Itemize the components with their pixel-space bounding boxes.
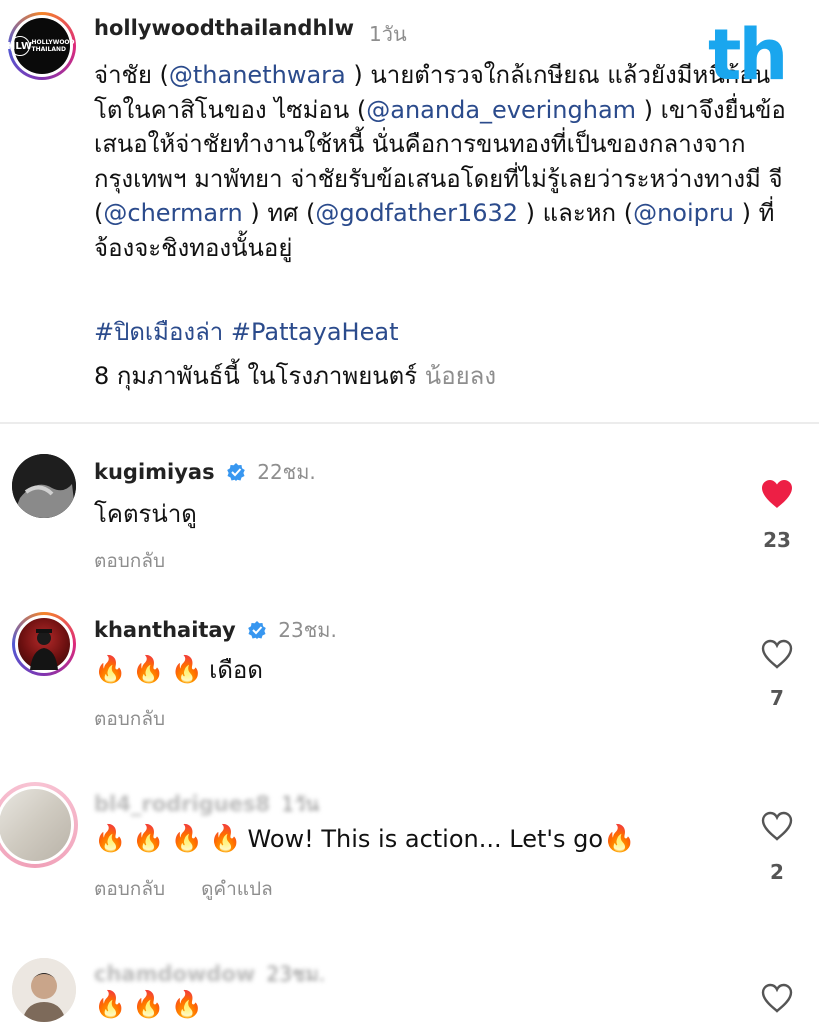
brand-logo-watermark: th [708, 14, 788, 96]
commenter-username-row: bl4_rodrigues8 1วัน [94, 788, 319, 820]
reply-button[interactable]: ตอบกลับ [94, 708, 165, 730]
comment-actions: ตอบกลับ [94, 546, 195, 576]
fire-emoji-icon: 🔥 [170, 655, 204, 685]
comment-text-row: 🔥 🔥 🔥 🔥 Wow! This is action... Let's go🔥 [94, 824, 641, 854]
verified-badge-icon [248, 621, 266, 639]
caption-text: ) ทศ ( [242, 199, 316, 227]
comment-time: 23ชม. [278, 618, 337, 642]
verified-badge-icon [227, 463, 245, 481]
comment-text-row: 🔥 🔥 🔥 [94, 990, 209, 1020]
commenter-username[interactable]: chamdowdow [94, 962, 255, 986]
comment-actions: ตอบกลับ ดูคำแปล [94, 874, 303, 904]
comment-text: โคตรน่าดู [94, 500, 197, 528]
commenter-username[interactable]: khanthaitay [94, 618, 236, 642]
heart-outline-icon[interactable] [760, 638, 794, 670]
hashtags[interactable]: #ปิดเมืองล่า #PattayaHeat [94, 312, 398, 351]
caption-text: จ่าชัย ( [94, 61, 169, 89]
release-text: 8 กุมภาพันธ์นี้ ในโรงภาพยนตร์ [94, 362, 418, 390]
mention-link[interactable]: @thanethwara [169, 61, 346, 89]
fire-emoji-icon: 🔥 [209, 824, 242, 854]
post-author-username[interactable]: hollywoodthailandhlw [94, 16, 354, 40]
mention-link[interactable]: @noipru [633, 199, 734, 227]
fire-emoji-icon: 🔥 [132, 824, 165, 854]
like-count: 23 [763, 528, 791, 552]
comment-time: 23ชม. [266, 962, 326, 986]
fire-emoji-icon: 🔥 [94, 655, 127, 685]
commenter-avatar[interactable] [12, 612, 76, 676]
see-less-link[interactable]: น้อยลง [425, 362, 496, 390]
divider [0, 422, 819, 424]
fire-emoji-icon: 🔥 [94, 824, 127, 854]
comment-time: 22ชม. [257, 460, 316, 484]
fire-emoji-icon: 🔥 [170, 824, 204, 854]
fire-emoji-icon: 🔥 [170, 990, 204, 1020]
release-info: 8 กุมภาพันธ์นี้ ในโรงภาพยนตร์ น้อยลง [94, 356, 496, 395]
hlw-mark: HLW [7, 36, 32, 56]
comment-item: kugimiyas 22ชม. โคตรน่าดู ตอบกลับ 23 [0, 440, 819, 590]
comment-item: khanthaitay 23ชม. 🔥 🔥 🔥 เดือด ตอบกลับ 7 [0, 598, 819, 758]
translate-button[interactable]: ดูคำแปล [201, 878, 273, 900]
comment-actions: ตอบกลับ [94, 704, 195, 734]
caption-text: ) และหก ( [518, 199, 634, 227]
commenter-avatar[interactable] [12, 958, 76, 1022]
post-time: 1วัน [369, 22, 407, 46]
heart-outline-icon[interactable] [760, 982, 794, 1014]
comment-item: bl4_rodrigues8 1วัน 🔥 🔥 🔥 🔥 Wow! This is act… [0, 772, 819, 942]
fire-emoji-icon: 🔥 [603, 824, 636, 854]
post-caption: จ่าชัย (@thanethwara ) นายตำรวจใกล้เกษีย… [94, 58, 794, 265]
mention-link[interactable]: @chermarn [103, 199, 242, 227]
commenter-username-row: khanthaitay 23ชม. [94, 614, 337, 646]
comment-item: chamdowdow 23ชม. 🔥 🔥 🔥 [0, 950, 819, 1024]
avatar-photo-icon [12, 958, 76, 1022]
comment-text: Wow! This is action... Let's go [247, 825, 604, 853]
commenter-username-row: kugimiyas 22ชม. [94, 456, 316, 488]
person-silhouette-icon [30, 629, 58, 670]
heart-filled-icon[interactable] [760, 478, 794, 510]
post-author-avatar[interactable]: HLW HOLLYWOOD THAILAND [7, 12, 76, 80]
commenter-username[interactable]: bl4_rodrigues8 [94, 792, 270, 816]
hlw-text: HOLLYWOOD THAILAND [31, 39, 75, 53]
reply-button[interactable]: ตอบกลับ [94, 550, 165, 572]
fire-emoji-icon: 🔥 [94, 990, 127, 1020]
commenter-username[interactable]: kugimiyas [94, 460, 215, 484]
fire-emoji-icon: 🔥 [132, 990, 165, 1020]
avatar-photo-icon [12, 454, 76, 518]
commenter-username-row: chamdowdow 23ชม. [94, 958, 325, 990]
mention-link[interactable]: @godfather1632 [315, 199, 518, 227]
comment-text-row: 🔥 🔥 🔥 เดือด [94, 650, 263, 689]
like-count: 7 [770, 686, 784, 710]
fire-emoji-icon: 🔥 [132, 655, 165, 685]
post-caption-block: HLW HOLLYWOOD THAILAND hollywoodthailand… [0, 0, 819, 422]
commenter-avatar[interactable] [0, 782, 78, 868]
reply-button[interactable]: ตอบกลับ [94, 878, 165, 900]
like-count: 2 [770, 860, 784, 884]
hlw-logo: HLW HOLLYWOOD THAILAND [7, 18, 75, 74]
mention-link[interactable]: @ananda_everingham [366, 96, 636, 124]
heart-outline-icon[interactable] [760, 810, 794, 842]
comment-time: 1วัน [281, 792, 320, 816]
commenter-avatar[interactable] [12, 454, 76, 518]
comment-text: เดือด [209, 656, 263, 684]
